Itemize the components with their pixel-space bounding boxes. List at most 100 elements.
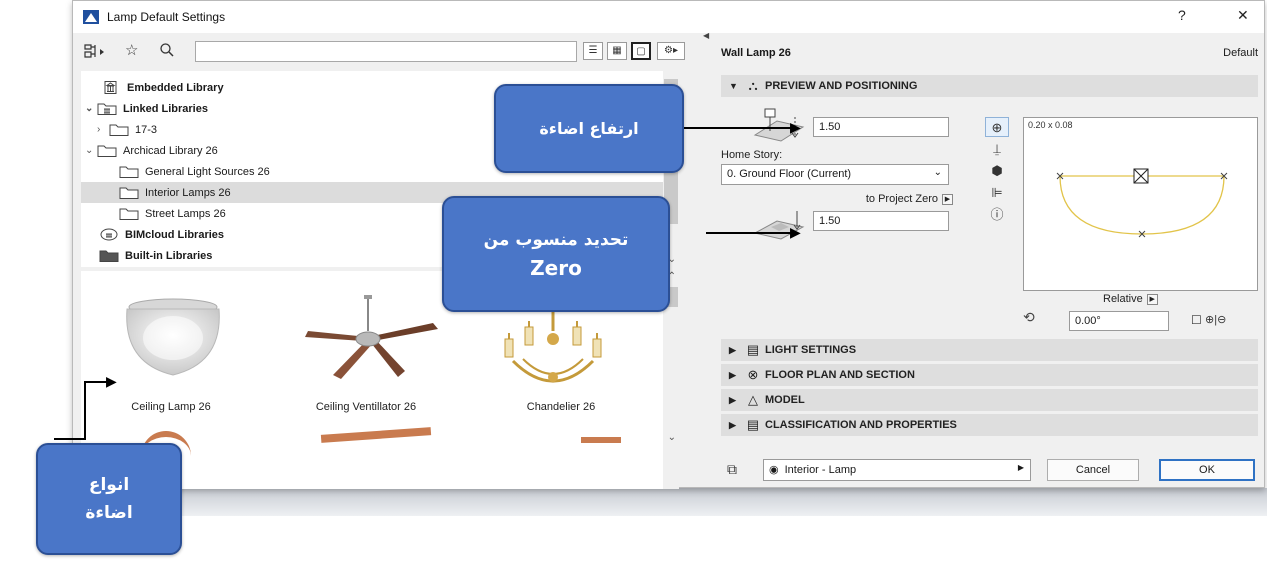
floor-plan-icon: ⊗ (747, 367, 759, 382)
info-icon[interactable]: ⓘ (985, 205, 1009, 225)
callout-text: اضاءة (85, 503, 133, 523)
section-title: PREVIEW AND POSITIONING (765, 80, 918, 92)
lamp-thumbnail-partial[interactable] (320, 427, 432, 443)
search-icon[interactable] (159, 42, 175, 63)
tree-item-label: 17-3 (135, 123, 158, 136)
mirror-icon: ⊕|⊖ (1205, 314, 1227, 326)
classification-icon: ▤ (746, 417, 760, 432)
callout-text: انواع (88, 475, 130, 495)
tree-item-label: Interior Lamps 26 (145, 186, 231, 199)
angle-field[interactable]: 0.00° (1069, 311, 1169, 331)
folder-view-icon[interactable] (83, 42, 107, 65)
callout-light-types: انواع اضاءة (36, 443, 182, 555)
ok-button[interactable]: OK (1159, 459, 1255, 481)
triangle-right-icon: ▶ (729, 344, 736, 355)
home-story-value: 0. Ground Floor (Current) (727, 168, 852, 180)
triangle-right-icon: ▶ (729, 419, 736, 430)
section-title: MODEL (765, 394, 805, 406)
section-model[interactable]: ▶ △ MODEL (721, 389, 1258, 411)
callout-light-height: ارتفاع اضاءة (494, 84, 684, 173)
triangle-right-icon[interactable]: ▶ (942, 193, 953, 205)
section-light-settings[interactable]: ▶ ▤ LIGHT SETTINGS (721, 339, 1258, 361)
model-icon: △ (748, 392, 758, 407)
tree-item-label: Built-in Libraries (125, 249, 213, 262)
elevation-field[interactable]: 1.50 (813, 211, 949, 231)
section-view-icon[interactable]: ⊫ (985, 183, 1009, 203)
archicad-app-icon (83, 10, 99, 24)
to-project-zero-control[interactable]: to Project Zero ▶ (843, 193, 953, 205)
gallery-item-label: Ceiling Ventillator 26 (315, 401, 417, 413)
collapse-pane-icon[interactable]: ◀ (703, 31, 709, 40)
triangle-right-icon: ▶ (1017, 463, 1024, 472)
library-folder-icon (97, 103, 117, 115)
section-title: CLASSIFICATION AND PROPERTIES (765, 419, 957, 431)
dialog-footer: ⧉ ◉ Interior - Lamp ▶ Cancel OK (721, 453, 1258, 489)
home-story-select[interactable]: 0. Ground Floor (Current) ⌄ (721, 164, 949, 185)
3d-view-icon[interactable]: ⬢ (985, 161, 1009, 181)
callout-arrow-line (54, 438, 86, 440)
library-toolbar: ☆ ☰ ▦ ▢ ⚙▸ (81, 39, 691, 65)
ceiling-ventillator-thumbnail[interactable] (293, 293, 443, 393)
light-settings-icon: ▤ (746, 342, 760, 357)
callout-arrow-line (84, 382, 86, 440)
to-project-zero-label: to Project Zero (865, 193, 938, 205)
gallery-item-label: Ceiling Lamp 26 (131, 401, 211, 413)
tree-item-label: Linked Libraries (123, 102, 208, 115)
eye-icon: ◉ (769, 464, 779, 476)
search-input[interactable] (195, 41, 577, 62)
triangle-right-icon[interactable]: ▶ (1146, 293, 1158, 305)
scroll-down-icon[interactable]: ⌄ (668, 432, 676, 443)
layer-select[interactable]: ◉ Interior - Lamp ▶ (763, 459, 1031, 481)
title-bar: Lamp Default Settings ? ✕ (73, 1, 1264, 33)
rotation-angle-icon: ⟲ (1023, 309, 1035, 325)
triangle-down-icon: ▼ (729, 81, 738, 91)
callout-arrow-line (706, 232, 794, 234)
settings-gear-icon[interactable]: ⚙▸ (657, 42, 685, 60)
section-classification[interactable]: ▶ ▤ CLASSIFICATION AND PROPERTIES (721, 414, 1258, 436)
gallery-item-label: Chandelier 26 (526, 401, 596, 413)
ceiling-lamp-thumbnail[interactable] (113, 293, 233, 393)
chevron-down-icon[interactable]: ⌄ (85, 103, 97, 114)
chevron-right-icon[interactable]: › (97, 124, 109, 135)
folder-icon (119, 208, 139, 220)
arrow-head-icon: ▶ (106, 373, 117, 389)
section-title: FLOOR PLAN AND SECTION (765, 369, 915, 381)
window-shadow (180, 488, 1267, 516)
chevron-down-icon[interactable]: ⌄ (85, 145, 97, 156)
tree-item-label: BIMcloud Libraries (125, 228, 225, 241)
favorites-star-icon[interactable]: ☆ (125, 42, 138, 60)
side-view-icon[interactable]: ⍊ (985, 139, 1009, 159)
folder-icon (119, 166, 139, 178)
arrow-head-icon: ▶ (790, 224, 801, 240)
section-preview-positioning[interactable]: ▼ ⛬ PREVIEW AND POSITIONING (721, 75, 1258, 97)
lamp-thumbnail-partial[interactable] (581, 437, 621, 443)
section-title: LIGHT SETTINGS (765, 344, 857, 356)
height-field[interactable]: 1.50 (813, 117, 949, 137)
cancel-button[interactable]: Cancel (1047, 459, 1139, 481)
list-view-icon[interactable]: ☰ (583, 42, 603, 60)
layer-value: Interior - Lamp (784, 464, 857, 476)
close-button[interactable]: ✕ (1237, 7, 1249, 24)
callout-zero-elevation: تحديد منسوب من Zero (442, 196, 670, 312)
arrow-head-icon: ▶ (790, 119, 801, 135)
callout-arrow-line (684, 127, 794, 129)
preview-view-icon[interactable]: ▢ (631, 42, 651, 60)
plan-view-icon[interactable]: ⊕ (985, 117, 1009, 137)
mirror-checkbox[interactable]: ☐ (1191, 313, 1202, 327)
tree-item-label: Embedded Library (127, 81, 224, 94)
folder-icon (109, 124, 129, 136)
positioning-icon: ⛬ (748, 78, 758, 93)
object-name: Wall Lamp 26 (721, 47, 791, 59)
tree-item-label: General Light Sources 26 (145, 165, 270, 178)
callout-text: Zero (530, 256, 582, 280)
object-header: Wall Lamp 26 Default (721, 47, 1258, 59)
section-floor-plan[interactable]: ▶ ⊗ FLOOR PLAN AND SECTION (721, 364, 1258, 386)
window-title: Lamp Default Settings (107, 10, 226, 24)
settings-pane: Wall Lamp 26 Default ▼ ⛬ PREVIEW AND POS… (721, 33, 1266, 489)
folder-icon (97, 145, 117, 157)
lamp-plan-preview (1056, 168, 1228, 238)
relative-control[interactable]: Relative ▶ (1103, 293, 1158, 305)
grid-view-icon[interactable]: ▦ (607, 42, 627, 60)
folder-icon (99, 250, 119, 262)
help-button[interactable]: ? (1178, 7, 1186, 23)
